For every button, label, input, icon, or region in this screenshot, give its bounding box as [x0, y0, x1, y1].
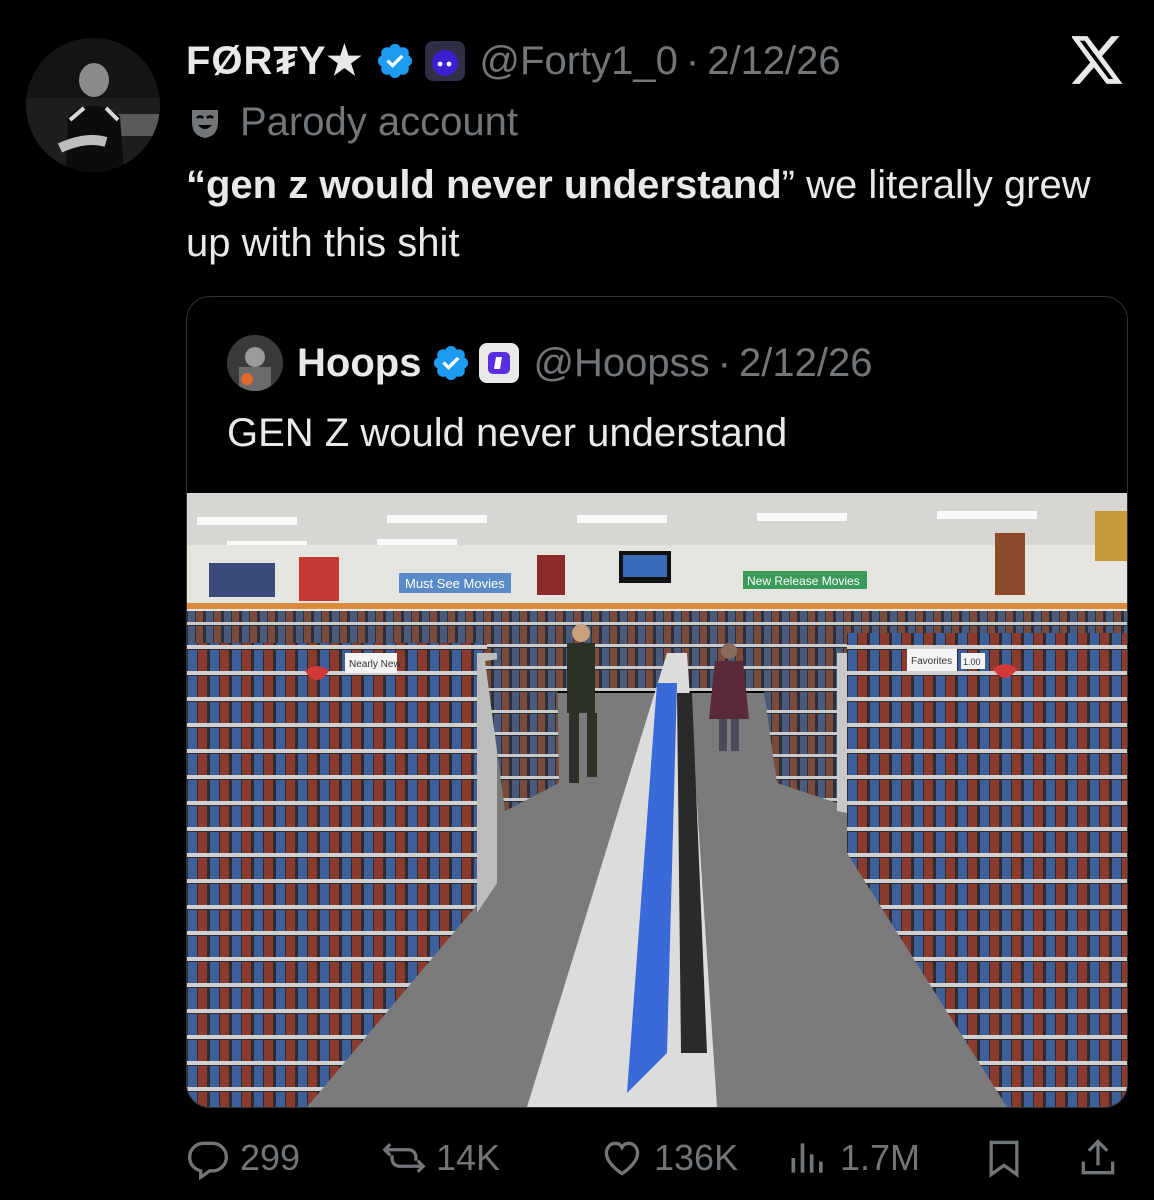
verified-badge-icon	[375, 41, 415, 81]
quoted-display-name[interactable]: Hoops	[297, 341, 421, 386]
repost-icon	[382, 1143, 426, 1173]
repost-button[interactable]: 14K	[382, 1130, 500, 1186]
parody-label: Parody account	[188, 98, 518, 146]
tweet-text-quote-close: ”	[781, 163, 795, 207]
quoted-verified-badge-icon	[431, 343, 471, 383]
quoted-affiliate-badge-icon[interactable]	[479, 343, 520, 383]
sign-must-see: Must See Movies	[405, 576, 505, 591]
parody-mask-icon	[188, 105, 222, 139]
heart-icon	[604, 1141, 640, 1176]
tweet-text-quote-open: “	[186, 163, 206, 207]
quoted-tweet[interactable]: Hoops @Hoopss · 2/12/26 GEN Z would neve…	[186, 296, 1128, 1108]
sign-nearly-new: Nearly New	[349, 659, 401, 670]
quoted-handle[interactable]: @Hoopss	[533, 341, 709, 386]
quoted-avatar[interactable]	[227, 335, 283, 391]
affiliate-badge-icon[interactable]	[425, 41, 466, 81]
author-avatar[interactable]	[26, 38, 160, 172]
bookmark-button[interactable]	[982, 1130, 1036, 1186]
repost-count: 14K	[436, 1137, 501, 1178]
share-button[interactable]	[1076, 1130, 1130, 1186]
sign-new-release: New Release Movies	[747, 574, 860, 588]
like-button[interactable]: 136K	[600, 1130, 738, 1186]
views-chart-icon	[791, 1143, 823, 1173]
reply-button[interactable]: 299	[186, 1130, 300, 1186]
parody-label-text: Parody account	[240, 99, 518, 144]
x-logo-icon	[1070, 36, 1124, 84]
share-icon	[1081, 1139, 1115, 1175]
reply-count: 299	[240, 1137, 301, 1178]
author-header: FØR₮Y★ @Forty1_0 · 2/12/26	[186, 34, 841, 88]
author-handle[interactable]: @Forty1_0	[479, 39, 677, 84]
sign-price: 1.00	[963, 657, 981, 667]
tweet-date[interactable]: 2/12/26	[707, 39, 840, 84]
bookmark-icon	[989, 1140, 1019, 1178]
quoted-separator: ·	[717, 340, 731, 385]
views-count: 1.7M	[840, 1137, 921, 1178]
like-count: 136K	[654, 1137, 739, 1178]
quoted-date[interactable]: 2/12/26	[739, 341, 872, 386]
quoted-header: Hoops @Hoopss · 2/12/26	[227, 335, 872, 391]
quoted-text: GEN Z would never understand	[227, 411, 788, 455]
header-separator: ·	[685, 38, 700, 83]
author-display-name[interactable]: FØR₮Y★	[186, 38, 363, 84]
views-button[interactable]: 1.7M	[786, 1130, 920, 1186]
quoted-media-image[interactable]: Must See Movies New Release Movies Nearl…	[187, 493, 1127, 1107]
tweet: FØR₮Y★ @Forty1_0 · 2/12/26 Parody accoun…	[0, 0, 1154, 1200]
reply-icon	[188, 1141, 228, 1180]
tweet-actions: 299 14K 136K 1.7M	[186, 1130, 1126, 1186]
tweet-text: “gen z would never understand” we litera…	[186, 156, 1126, 272]
tweet-text-bold: gen z would never understand	[206, 163, 782, 207]
sign-favorites: Favorites	[911, 656, 952, 667]
